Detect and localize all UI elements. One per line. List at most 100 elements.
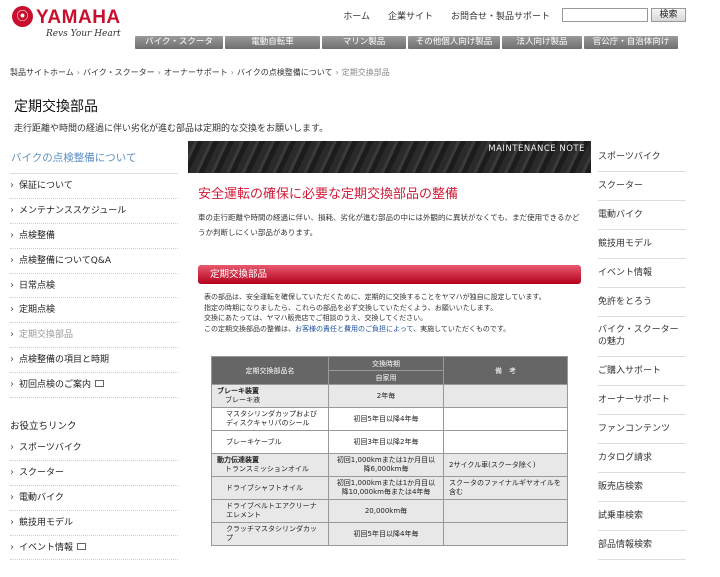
timing-cell: 2年毎 xyxy=(328,384,444,408)
right-nav-dealer-search[interactable]: 販売店検索 xyxy=(598,473,686,502)
replacement-parts-table: 定期交換部品名 交換時期 備 考 自家用 ブレーキ装置 ブレーキ液 2年毎 マスタ… xyxy=(211,356,568,546)
table-row: ブレーキ装置 ブレーキ液 2年毎 xyxy=(211,384,568,408)
table-row: ドライブベルトエアクリーナエレメント 20,000km毎 xyxy=(211,499,568,523)
timing-cell: 初回5年目以降4年毎 xyxy=(328,407,444,431)
section-text: 表の部品は、安全運転を確保していただくために、定期的に交換することをヤマハが独自… xyxy=(204,292,582,334)
related-electric-bike[interactable]: 電動バイク xyxy=(10,486,178,511)
gnav-bike-scooter[interactable]: バイク・スクーター xyxy=(135,36,223,60)
right-nav-scooter[interactable]: スクーター xyxy=(598,172,686,201)
left-nav-schedule[interactable]: メンテナンススケジュール xyxy=(10,199,178,224)
left-nav-first-check[interactable]: 初回点検のご案内 xyxy=(10,373,178,399)
related-competition[interactable]: 競技用モデル xyxy=(10,511,178,536)
banner-text: MAINTENANCE NOTE xyxy=(488,144,585,154)
part-cell: クラッチマスタシリンダカップ xyxy=(211,522,329,546)
related-events[interactable]: イベント情報 xyxy=(10,536,178,561)
category-title: 動力伝達装置 xyxy=(217,456,259,464)
left-nav-faq[interactable]: 点検整備についてQ&A xyxy=(10,249,178,274)
breadcrumb-maintenance[interactable]: バイクの点検整備について xyxy=(237,68,333,77)
table-row: クラッチマスタシリンダカップ 初回5年目以降4年毎 xyxy=(211,522,568,546)
left-sidebar: バイクの点検整備について 保証について メンテナンススケジュール 点検整備 点検… xyxy=(10,145,178,399)
note-cell xyxy=(443,522,568,546)
note-cell xyxy=(443,407,568,431)
timing-cell: 初回1,000kmまたは1か月目以降10,000km毎または4年毎 xyxy=(328,476,444,500)
section-line-suffix: 、実施していただくものです。 xyxy=(413,324,511,333)
part-cell: 動力伝達装置 トランスミッションオイル xyxy=(211,453,329,477)
left-nav-replacement-parts[interactable]: 定期交換部品 xyxy=(10,323,178,349)
logo-wordmark: YAMAHA xyxy=(36,7,121,28)
related-scooter[interactable]: スクーター xyxy=(10,461,178,486)
breadcrumb: 製品サイトホーム › バイク・スクーター › オーナーサポート › バイクの点検整備について… xyxy=(10,67,390,78)
col-part-header: 定期交換部品名 xyxy=(211,356,329,385)
gnav-other-personal[interactable]: その他個人向け製品 xyxy=(408,36,500,49)
breadcrumb-separator: › xyxy=(76,68,80,77)
right-nav-sport-bike[interactable]: スポーツバイク xyxy=(598,143,686,172)
timing-cell: 初回1,000kmまたは1か月目以降6,000km毎 xyxy=(328,453,444,477)
table-row: 動力伝達装置 トランスミッションオイル 初回1,000kmまたは1か月目以降6,0… xyxy=(211,453,568,477)
maintenance-banner: MAINTENANCE NOTE xyxy=(188,141,591,173)
note-cell xyxy=(443,430,568,454)
search-button[interactable]: 検索 xyxy=(651,8,686,22)
utility-nav: ホーム 企業サイト お問合せ・製品サポート xyxy=(343,9,550,22)
search-input[interactable] xyxy=(562,8,648,22)
right-nav-electric-bike[interactable]: 電動バイク xyxy=(598,201,686,230)
note-cell: 2サイクル車(スクータ除く) xyxy=(443,453,568,477)
gnav-government[interactable]: 官公庁・自治体向け製品 xyxy=(584,36,678,60)
main-lead: 車の走行距離や時間の経過に伴い、損耗、劣化が進む部品の中には外観的に異状がなくて… xyxy=(198,213,580,237)
section-line: 交換にあたっては、ヤマハ販売店でご相談のうえ、交換してください。 xyxy=(204,314,428,322)
section-line: 表の部品は、安全運転を確保していただくために、定期的に交換することをヤマハが独自… xyxy=(204,293,546,301)
breadcrumb-separator: › xyxy=(230,68,234,77)
related-links: スポーツバイク スクーター 電動バイク 競技用モデル イベント情報 xyxy=(10,436,178,561)
category-title: ブレーキ装置 xyxy=(217,387,259,395)
part-cell: ドライブベルトエアクリーナエレメント xyxy=(211,499,329,523)
right-nav-parts-search[interactable]: 部品情報検索 xyxy=(598,531,686,560)
util-link-support[interactable]: お問合せ・製品サポート xyxy=(451,9,550,22)
note-cell xyxy=(443,384,568,408)
timing-cell: 初回5年目以降4年毎 xyxy=(328,522,444,546)
section-line: 指定の時期になりましたら、これらの部品を必ず交換していただくよう、お願いいたしま… xyxy=(204,303,498,312)
right-nav-events[interactable]: イベント情報 xyxy=(598,259,686,288)
right-nav-fan-content[interactable]: ファンコンテンツ xyxy=(598,415,686,444)
right-nav-license[interactable]: 免許をとろう xyxy=(598,288,686,317)
right-nav-test-ride[interactable]: 試乗車検索 xyxy=(598,502,686,531)
breadcrumb-bike-scooter[interactable]: バイク・スクーター xyxy=(83,68,155,77)
left-nav-daily-check[interactable]: 日常点検 xyxy=(10,274,178,299)
part-name: トランスミッションオイル xyxy=(225,465,309,473)
right-nav-purchase[interactable]: ご購入サポート xyxy=(598,357,686,386)
note-cell xyxy=(443,499,568,523)
right-nav-competition[interactable]: 競技用モデル xyxy=(598,230,686,259)
related-sport-bike[interactable]: スポーツバイク xyxy=(10,436,178,461)
left-nav-first-check-label: 初回点検のご案内 xyxy=(19,380,92,391)
part-cell: ブレーキケーブル xyxy=(211,430,329,454)
left-nav-heading[interactable]: バイクの点検整備について xyxy=(10,145,178,174)
breadcrumb-separator: › xyxy=(335,68,339,77)
gnav-e-bicycle[interactable]: 電動自転車 xyxy=(225,36,320,49)
timing-cell: 初回3年目以降2年毎 xyxy=(328,430,444,454)
right-nav-appeal[interactable]: バイク・スクーターの魅力 xyxy=(598,317,686,357)
external-window-icon xyxy=(77,542,87,550)
section-line-last: この定期交換部品の整備は、お客様の責任と費用のご負担によって、実施していただくも… xyxy=(204,324,582,335)
breadcrumb-owner-support[interactable]: オーナーサポート xyxy=(164,68,228,77)
logo-slogan: Revs Your Heart xyxy=(46,29,121,39)
timing-cell: 20,000km毎 xyxy=(328,499,444,523)
left-nav-items-timing[interactable]: 点検整備の項目と時期 xyxy=(10,348,178,374)
part-cell: ドライブシャフトオイル xyxy=(211,476,329,500)
yamaha-logo[interactable]: ⦿ YAMAHA Revs Your Heart xyxy=(12,6,122,42)
util-link-home[interactable]: ホーム xyxy=(343,9,370,22)
related-events-label: イベント情報 xyxy=(19,542,74,553)
breadcrumb-home[interactable]: 製品サイトホーム xyxy=(10,68,74,77)
gnav-business[interactable]: 法人向け製品 xyxy=(502,36,582,49)
main-heading: 安全運転の確保に必要な定期交換部品の整備 xyxy=(198,187,459,202)
left-nav-inspection[interactable]: 点検整備 xyxy=(10,224,178,249)
global-nav: バイク・スクーター 電動自転車 マリン製品 その他個人向け製品 法人向け製品 官… xyxy=(135,36,678,60)
util-link-corporate[interactable]: 企業サイト xyxy=(388,9,433,22)
gnav-marine[interactable]: マリン製品 xyxy=(322,36,406,49)
breadcrumb-separator: › xyxy=(157,68,161,77)
right-nav-catalog[interactable]: カタログ請求 xyxy=(598,444,686,473)
breadcrumb-current: 定期交換部品 xyxy=(341,68,390,77)
col-note-header: 備 考 xyxy=(443,356,568,385)
note-cell: スクータのファイナルギヤオイルを含む xyxy=(443,476,568,500)
right-nav-owner-support[interactable]: オーナーサポート xyxy=(598,386,686,415)
yamaha-emblem-icon: ⦿ xyxy=(12,6,33,27)
left-nav-warranty[interactable]: 保証について xyxy=(10,174,178,199)
left-nav-periodic-check[interactable]: 定期点検 xyxy=(10,298,178,324)
